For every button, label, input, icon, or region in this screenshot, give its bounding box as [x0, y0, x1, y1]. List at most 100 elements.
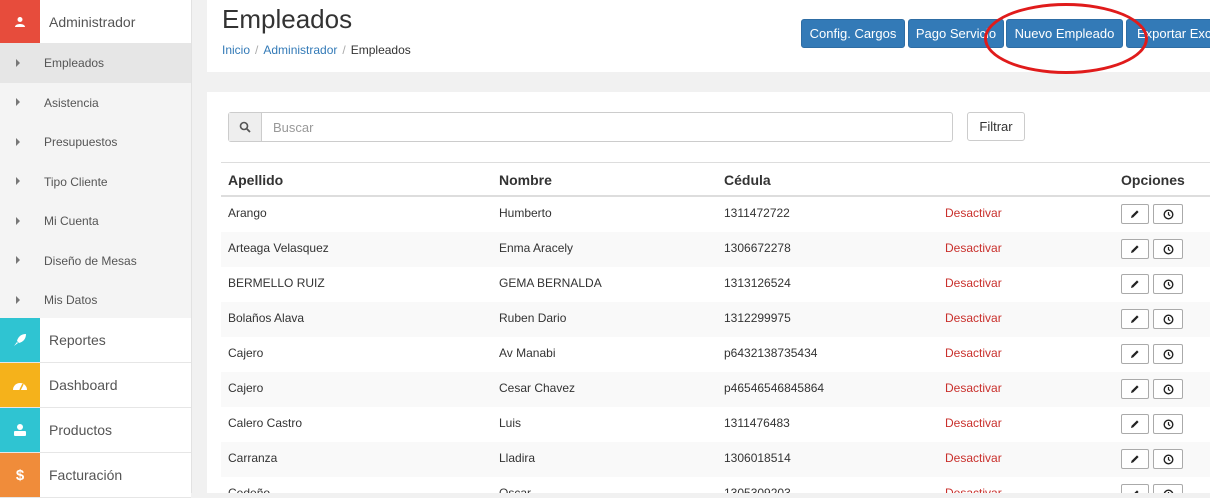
sidebar-module-label: Facturación — [49, 467, 123, 483]
user-icon — [0, 0, 40, 44]
edit-icon[interactable] — [1121, 309, 1149, 329]
edit-icon[interactable] — [1121, 239, 1149, 259]
breadcrumb-link-inicio[interactable]: Inicio — [222, 43, 250, 57]
cell-cedula: p46546546845864 — [724, 381, 825, 395]
breadcrumb-separator: / — [255, 43, 259, 57]
clock-icon[interactable] — [1153, 449, 1183, 469]
caret-right-icon — [16, 295, 20, 304]
table-row: Arango Humberto 1311472722 Desactivar — [221, 197, 1210, 232]
column-header-cedula[interactable]: Cédula — [724, 163, 771, 198]
page-header: Empleados Inicio / Administrador / Empleados… — [207, 0, 1210, 72]
deactivate-link[interactable]: Desactivar — [945, 407, 1002, 439]
config-cargos-button[interactable]: Config. Cargos — [801, 19, 905, 48]
sidebar-item-diseno-de-mesas[interactable]: Diseño de Mesas — [0, 241, 191, 281]
edit-icon[interactable] — [1121, 449, 1149, 469]
cell-nombre: Cesar Chavez — [499, 381, 576, 395]
sidebar-item-mi-cuenta[interactable]: Mi Cuenta — [0, 201, 191, 241]
edit-icon[interactable] — [1121, 274, 1149, 294]
cell-nombre: Lladira — [499, 451, 536, 465]
cell-cedula: 1312299975 — [724, 311, 791, 325]
breadcrumb-current: Empleados — [350, 43, 411, 57]
deactivate-link[interactable]: Desactivar — [945, 372, 1002, 404]
edit-icon[interactable] — [1121, 204, 1149, 224]
clock-icon[interactable] — [1153, 204, 1183, 224]
sidebar-item-label: Empleados — [44, 56, 105, 70]
employees-panel: Filtrar Apellido Nombre Cédula Opciones … — [207, 92, 1210, 493]
cell-cedula: 1313126524 — [724, 276, 791, 290]
products-icon — [0, 408, 40, 452]
table-row: Carranza Lladira 1306018514 Desactivar — [221, 442, 1210, 477]
deactivate-link[interactable]: Desactivar — [945, 232, 1002, 264]
deactivate-link[interactable]: Desactivar — [945, 442, 1002, 474]
page-title: Empleados — [222, 4, 353, 34]
caret-right-icon — [16, 98, 20, 107]
cell-nombre: Av Manabi — [499, 346, 556, 360]
caret-right-icon — [16, 177, 20, 186]
caret-right-icon — [16, 137, 20, 146]
cell-apellido: Cajero — [228, 381, 264, 395]
edit-icon[interactable] — [1121, 484, 1149, 493]
cell-nombre: Luis — [499, 416, 522, 430]
cell-apellido: Bolaños Alava — [228, 311, 305, 325]
cell-nombre: Oscar — [499, 486, 532, 493]
breadcrumb: Inicio / Administrador / Empleados — [222, 43, 411, 57]
breadcrumb-separator: / — [342, 43, 346, 57]
cell-apellido: Arango — [228, 206, 267, 220]
search-group — [228, 112, 953, 142]
cell-cedula: 1311476483 — [724, 416, 790, 430]
sidebar-module-facturacion[interactable]: $ Facturación — [0, 453, 191, 498]
clock-icon[interactable] — [1153, 239, 1183, 259]
sidebar-item-tipo-cliente[interactable]: Tipo Cliente — [0, 162, 191, 202]
search-input[interactable] — [263, 113, 951, 141]
column-header-opciones: Opciones — [1121, 172, 1185, 188]
sidebar-item-presupuestos[interactable]: Presupuestos — [0, 122, 191, 162]
sidebar-module-reportes[interactable]: Reportes — [0, 318, 191, 363]
sidebar-module-dashboard[interactable]: Dashboard — [0, 363, 191, 408]
deactivate-link[interactable]: Desactivar — [945, 337, 1002, 369]
nuevo-empleado-button[interactable]: Nuevo Empleado — [1006, 19, 1123, 48]
clock-icon[interactable] — [1153, 344, 1183, 364]
deactivate-link[interactable]: Desactivar — [945, 302, 1002, 334]
clock-icon[interactable] — [1153, 274, 1183, 294]
rocket-icon — [0, 318, 40, 362]
caret-right-icon — [16, 58, 20, 67]
table-row: Calero Castro Luis 1311476483 Desactivar — [221, 407, 1210, 442]
exportar-excel-button[interactable]: Exportar Excel — [1126, 19, 1210, 48]
cell-nombre: GEMA BERNALDA — [499, 276, 602, 290]
cell-cedula: 1311472722 — [724, 206, 790, 220]
sidebar-item-mis-datos[interactable]: Mis Datos — [0, 280, 191, 320]
cell-nombre: Ruben Dario — [499, 311, 567, 325]
sidebar-module-productos[interactable]: Productos — [0, 408, 191, 453]
clock-icon[interactable] — [1153, 414, 1183, 434]
table-row: BERMELLO RUIZ GEMA BERNALDA 1313126524 Desa… — [221, 267, 1210, 302]
cell-apellido: Calero Castro — [228, 416, 303, 430]
sidebar-item-label: Mi Cuenta — [44, 214, 99, 228]
pago-servicio-button[interactable]: Pago Servicio — [908, 19, 1004, 48]
sidebar-module-administrador[interactable]: Administrador — [0, 0, 191, 45]
caret-right-icon — [16, 256, 20, 265]
edit-icon[interactable] — [1121, 344, 1149, 364]
deactivate-link[interactable]: Desactivar — [945, 197, 1002, 229]
sidebar-item-empleados[interactable]: Empleados — [0, 43, 191, 83]
sidebar-item-asistencia[interactable]: Asistencia — [0, 83, 191, 123]
table-row: Cajero Cesar Chavez p46546546845864 Desacti… — [221, 372, 1210, 407]
table-body: Arango Humberto 1311472722 Desactivar Arteag… — [221, 197, 1210, 493]
breadcrumb-link-administrador[interactable]: Administrador — [263, 43, 337, 57]
deactivate-link[interactable]: Desactivar — [945, 477, 1002, 493]
column-header-nombre[interactable]: Nombre — [499, 163, 552, 198]
filter-button[interactable]: Filtrar — [967, 112, 1025, 141]
cell-cedula: 1305309203 — [724, 486, 791, 493]
cell-cedula: 1306672278 — [724, 241, 791, 255]
clock-icon[interactable] — [1153, 309, 1183, 329]
clock-icon[interactable] — [1153, 484, 1183, 493]
search-icon — [229, 113, 262, 141]
deactivate-link[interactable]: Desactivar — [945, 267, 1002, 299]
edit-icon[interactable] — [1121, 414, 1149, 434]
cell-apellido: Arteaga Velasquez — [228, 241, 329, 255]
edit-icon[interactable] — [1121, 379, 1149, 399]
column-header-apellido[interactable]: Apellido — [228, 163, 283, 198]
sidebar-module-label: Productos — [49, 422, 113, 438]
sidebar-item-label: Mis Datos — [44, 293, 98, 307]
cell-apellido: Cedeño — [228, 486, 271, 493]
clock-icon[interactable] — [1153, 379, 1183, 399]
